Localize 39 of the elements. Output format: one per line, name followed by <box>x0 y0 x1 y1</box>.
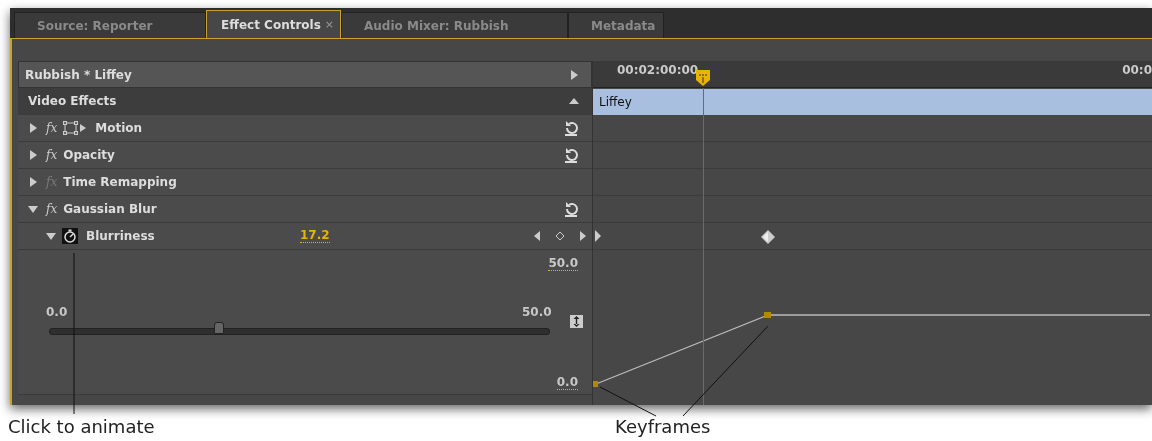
effect-name: Time Remapping <box>63 175 177 189</box>
panel-tab[interactable]: Audio Mixer: Rubbish <box>341 12 568 38</box>
reset-icon[interactable] <box>563 120 579 136</box>
reset-icon[interactable] <box>563 201 579 217</box>
keyframe-navigator-icon[interactable] <box>532 229 588 243</box>
fx-icon[interactable]: fx <box>46 148 58 162</box>
fx-icon[interactable]: fx <box>46 121 58 135</box>
effect-name: Opacity <box>63 148 115 162</box>
callout-label: Click to animate <box>8 416 155 437</box>
stopwatch-icon[interactable] <box>62 228 78 244</box>
clip-bar[interactable]: Liffey <box>593 89 1152 115</box>
section-title: Video Effects <box>28 94 117 108</box>
parameter-name: Blurriness <box>86 229 156 243</box>
effect-name: Gaussian Blur <box>63 202 157 216</box>
resize-arrows-icon[interactable] <box>570 315 583 328</box>
effect-name: Motion <box>95 121 143 135</box>
timecode: 00:0 <box>1122 63 1152 77</box>
reset-icon[interactable] <box>563 147 579 163</box>
transform-icon[interactable] <box>63 121 88 135</box>
timecode: 00:02:00:00 <box>617 63 699 77</box>
play-triangle-icon[interactable] <box>569 68 579 81</box>
graph-min-value[interactable]: 0.0 <box>556 376 578 390</box>
panel-tab[interactable]: Metadata <box>568 12 664 38</box>
keyframe-icon[interactable] <box>761 230 775 244</box>
parameter-value[interactable]: 17.2 <box>300 229 330 243</box>
leader-line <box>599 386 657 417</box>
close-icon[interactable]: × <box>324 18 335 31</box>
panel-tab[interactable]: Effect Controls × <box>206 10 341 38</box>
fx-icon[interactable]: fx <box>46 202 58 216</box>
time-ruler[interactable]: 00:02:00:00 00:0 <box>593 61 1152 88</box>
slider-min-label: 0.0 <box>46 305 68 319</box>
slider-max-label: 50.0 <box>522 305 552 319</box>
slider-thumb[interactable] <box>214 322 225 334</box>
panel-tab[interactable]: Source: Reporter <box>14 12 206 38</box>
graph-max-value[interactable]: 50.0 <box>548 257 578 271</box>
callout-label: Keyframes <box>615 416 711 437</box>
collapse-triangle-icon[interactable] <box>568 96 580 106</box>
sequence-title: Rubbish * Liffey <box>25 67 132 82</box>
keyframe-icon[interactable] <box>594 230 602 242</box>
